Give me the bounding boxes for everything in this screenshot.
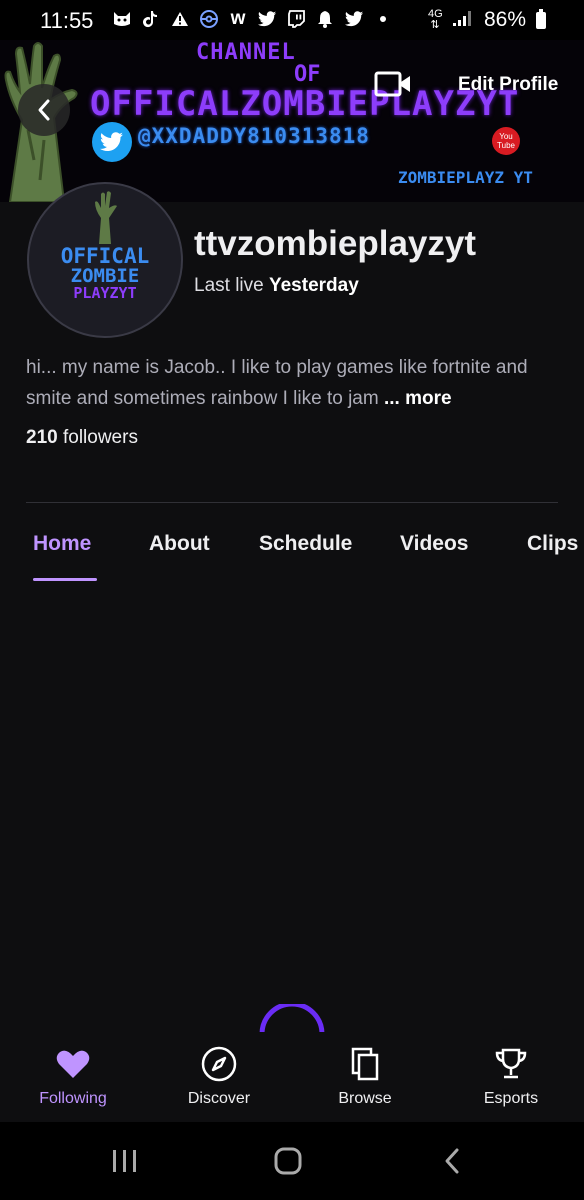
divider (26, 502, 558, 503)
edit-profile-button[interactable]: Edit Profile (458, 74, 558, 96)
heart-icon (53, 1044, 93, 1084)
followers-count: 210 followers (26, 427, 138, 449)
youtube-icon: You Tube (492, 127, 520, 155)
zombie-hand-avatar-icon (95, 191, 117, 244)
cat-icon (112, 9, 132, 29)
tab-clips[interactable]: Clips (527, 532, 578, 556)
avatar-line-1: OFFICAL (60, 244, 150, 268)
nav-discover[interactable]: Discover (164, 1044, 274, 1108)
last-live-status: Last live Yesterday (194, 275, 359, 297)
notification-icons: w (112, 8, 393, 29)
status-bar: 11:55 w 4G ⇅ 86% (0, 0, 584, 40)
profile-tabs: Home About Schedule Videos Clips (0, 532, 584, 582)
bottom-navigation: Following Discover Browse Esports (0, 1032, 584, 1122)
tiktok-icon (141, 9, 161, 29)
network-label: 4G (427, 8, 443, 20)
wattpad-icon: w (230, 8, 246, 29)
battery-percent: 86% (483, 8, 526, 31)
pokeball-icon (199, 9, 219, 29)
dot-icon (373, 9, 393, 29)
compass-icon (199, 1044, 239, 1084)
followers-label: followers (62, 427, 138, 448)
back-button[interactable] (18, 84, 70, 136)
channel-username: ttvzombieplayzyt (194, 224, 476, 263)
banner-title: OFFICALZOMBIEPLAYZYT (90, 84, 520, 124)
tab-home[interactable]: Home (33, 532, 91, 556)
battery-icon (536, 8, 546, 29)
bio-text: hi... my name is Jacob.. I like to play … (26, 357, 528, 409)
nav-esports-label: Esports (483, 1090, 539, 1107)
home-icon[interactable] (268, 1144, 308, 1178)
nav-browse[interactable]: Browse (310, 1044, 420, 1108)
last-live-label: Last live (194, 275, 264, 296)
active-tab-indicator (33, 578, 97, 581)
tab-schedule[interactable]: Schedule (259, 532, 352, 556)
trophy-icon (491, 1044, 531, 1084)
browse-icon (345, 1044, 385, 1084)
tab-about[interactable]: About (149, 532, 210, 556)
banner-twitter-icon (92, 122, 132, 162)
nav-following[interactable]: Following (18, 1044, 128, 1108)
twitter-icon (344, 9, 364, 29)
banner-twitter-handle: @XXDADDY810313818 (138, 124, 370, 148)
youtube-badge-bottom: Tube (497, 141, 515, 150)
bio-more-link[interactable]: ... more (384, 388, 452, 409)
alert-icon (170, 9, 190, 29)
nav-following-label: Following (39, 1090, 107, 1107)
youtube-badge-top: You (499, 132, 513, 141)
signal-icon (452, 9, 474, 32)
twitch-icon (286, 9, 306, 29)
nav-esports[interactable]: Esports (456, 1044, 566, 1108)
profile-banner: CHANNEL OF OFFICALZOMBIEPLAYZYT @XXDADDY… (0, 40, 584, 202)
recent-apps-icon[interactable] (105, 1144, 145, 1178)
system-back-icon[interactable] (432, 1144, 472, 1178)
twitter-icon (257, 9, 277, 29)
banner-line-channel: CHANNEL (196, 40, 296, 65)
video-camera-icon[interactable] (374, 70, 412, 100)
bell-icon (315, 9, 335, 29)
tab-videos[interactable]: Videos (400, 532, 468, 556)
channel-bio: hi... my name is Jacob.. I like to play … (26, 352, 556, 414)
status-right: 4G ⇅ 86% (428, 8, 546, 32)
status-time: 11:55 (40, 8, 94, 33)
avatar-line-3: PLAYZYT (73, 284, 137, 302)
system-navigation-bar (0, 1122, 584, 1200)
followers-number: 210 (26, 427, 58, 448)
chevron-left-icon (38, 99, 50, 121)
nav-discover-label: Discover (187, 1090, 251, 1107)
network-icon: 4G ⇅ (427, 8, 443, 31)
nav-browse-label: Browse (338, 1090, 392, 1107)
banner-footer: ZOMBIEPLAYZ YT (398, 168, 533, 187)
avatar[interactable]: OFFICAL ZOMBIE PLAYZYT (27, 182, 183, 338)
last-live-value: Yesterday (268, 275, 359, 296)
